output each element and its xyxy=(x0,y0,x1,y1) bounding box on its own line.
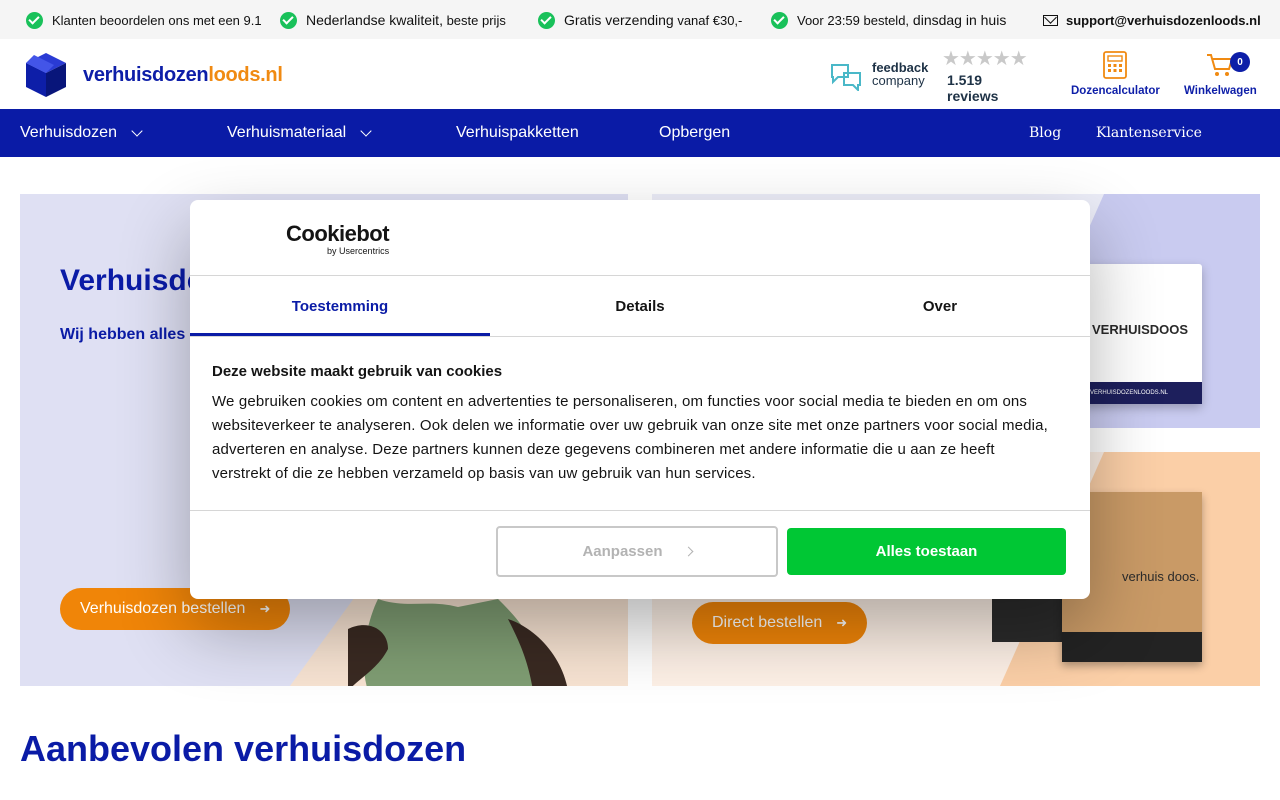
box-strip: VERHUISDOZENLOODS.NL xyxy=(1082,382,1202,404)
usp-subtext: beste prijs xyxy=(442,12,506,28)
nav-label: Klantenservice xyxy=(1096,125,1202,141)
check-icon xyxy=(771,11,788,29)
rating-stars: ★★★★★ xyxy=(942,48,1028,70)
check-icon xyxy=(538,11,555,29)
support-email-link[interactable]: support@verhuisdozenloods.nl xyxy=(1043,11,1261,29)
calculator-label: Dozencalculator xyxy=(1071,85,1160,97)
customize-button[interactable]: Aanpassen xyxy=(496,526,778,577)
check-icon xyxy=(26,11,43,29)
hero-subtitle: Wij hebben alles xyxy=(60,326,186,343)
support-email[interactable]: support@verhuisdozenloods.nl xyxy=(1066,13,1261,28)
logo-box-icon xyxy=(26,53,66,97)
usp-quality: Nederlandse kwaliteit, beste prijs xyxy=(280,11,506,29)
site-header: verhuisdozenloods.nl feedback company ★★… xyxy=(0,39,1280,109)
cookie-title: Deze website maakt gebruik van cookies xyxy=(212,363,503,380)
nav-verhuisdozen[interactable]: Verhuisdozen xyxy=(20,124,143,142)
cookiebot-brand: Cookiebot xyxy=(286,221,390,246)
chevron-down-icon xyxy=(131,125,143,137)
box-label: verhuis doos. xyxy=(1122,569,1200,584)
arrow-right-icon: ➜ xyxy=(836,615,848,630)
calculator-icon xyxy=(1103,51,1128,79)
usp-shipping: Gratis verzending vanaf €30,- xyxy=(538,11,742,29)
reviews-number: 1.519 xyxy=(947,72,983,88)
check-icon xyxy=(280,11,297,29)
chevron-down-icon xyxy=(360,125,372,137)
usp-delivery: Voor 23:59 besteld, dinsdag in huis xyxy=(771,11,1006,29)
logo-text-accent: loods.nl xyxy=(208,63,283,86)
usp-text: Nederlandse kwaliteit, xyxy=(306,12,443,28)
nav-label: Verhuisdozen xyxy=(20,124,117,141)
usp-text: Klanten beoordelen ons met een 9.1 xyxy=(52,12,262,28)
cart-count-badge: 0 xyxy=(1230,52,1250,72)
cart-link[interactable]: 0 Winkelwagen xyxy=(1184,51,1257,97)
nav-opbergen[interactable]: Opbergen xyxy=(659,124,730,142)
cookiebot-logo: Cookiebot by Usercentrics xyxy=(286,221,390,257)
nav-verhuismateriaal[interactable]: Verhuismateriaal xyxy=(227,124,372,142)
feedback-line2: company xyxy=(872,73,925,88)
nav-label: Opbergen xyxy=(659,124,731,141)
nav-label: Blog xyxy=(1029,125,1062,141)
button-label: Direct bestellen xyxy=(712,614,823,631)
mail-icon xyxy=(1043,14,1058,26)
stars-icon: ★★★★★ xyxy=(942,48,1028,70)
direct-order-button[interactable]: Direct bestellen ➜ xyxy=(692,602,868,644)
usp-bar: Klanten beoordelen ons met een 9.1 Neder… xyxy=(0,0,1280,39)
feedback-company-badge[interactable]: feedback company xyxy=(830,61,928,91)
button-label: Aanpassen xyxy=(582,543,663,560)
reviews-label: reviews xyxy=(947,88,999,104)
usp-subtext: dinsdag in huis xyxy=(909,12,1007,28)
box-label: VERHUISDOOS xyxy=(1092,322,1189,337)
usp-text: Gratis verzending xyxy=(564,12,674,28)
cart-label: Winkelwagen xyxy=(1184,85,1257,97)
tab-over[interactable]: Over xyxy=(790,276,1090,336)
nav-label: Verhuispakketten xyxy=(456,124,579,141)
cookie-body: We gebruiken cookies om content en adver… xyxy=(212,393,1048,482)
feedback-icon xyxy=(831,64,861,91)
nav-verhuispakketten[interactable]: Verhuispakketten xyxy=(456,124,579,142)
usp-subtext: vanaf €30,- xyxy=(673,12,743,28)
logo-text-main: verhuisdozen xyxy=(83,63,209,86)
tab-toestemming[interactable]: Toestemming xyxy=(190,276,490,336)
arrow-right-icon: ➜ xyxy=(259,601,271,616)
main-nav: Verhuisdozen Verhuismateriaal Verhuispak… xyxy=(0,109,1280,157)
cookie-consent-dialog: Cookiebot by Usercentrics Toestemming De… xyxy=(190,200,1090,599)
white-box-image: VERHUISDOOS VERHUISDOZENLOODS.NL xyxy=(1082,264,1202,404)
button-label: Verhuisdozen bestellen xyxy=(80,600,246,617)
usp-rating: Klanten beoordelen ons met een 9.1 xyxy=(26,11,262,29)
cookiebot-brand-sub: by Usercentrics xyxy=(327,246,390,256)
usp-text: Voor 23:59 besteld, xyxy=(797,12,910,28)
site-logo[interactable]: verhuisdozenloods.nl xyxy=(24,51,283,99)
chevron-right-icon xyxy=(683,546,693,557)
nav-blog[interactable]: Blog xyxy=(1029,125,1061,141)
dozencalculator-link[interactable]: Dozencalculator xyxy=(1071,51,1160,97)
nav-label: Verhuismateriaal xyxy=(227,124,347,141)
allow-all-button[interactable]: Alles toestaan xyxy=(787,528,1066,575)
nav-klantenservice[interactable]: Klantenservice xyxy=(1096,125,1202,141)
tab-details[interactable]: Details xyxy=(490,276,790,336)
section-title: Aanbevolen verhuisdozen xyxy=(20,728,467,769)
reviews-count[interactable]: 1.519 reviews xyxy=(947,72,998,104)
hero-person-image xyxy=(348,599,567,686)
